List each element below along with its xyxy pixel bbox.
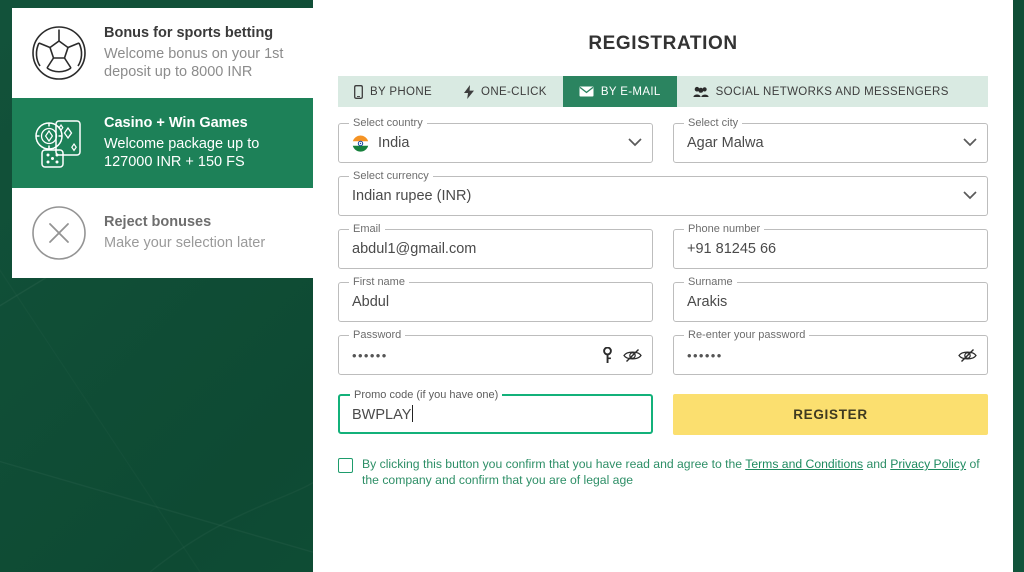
envelope-icon [579, 86, 594, 97]
terms-and-conditions-link[interactable]: Terms and Conditions [745, 457, 863, 471]
registration-form-panel: REGISTRATION BY PHONE ONE-CLICK BY E-MAI… [313, 0, 1013, 572]
field-value: Arakis [687, 294, 728, 310]
bonus-card-casino[interactable]: Casino + Win Games Welcome package up to… [12, 98, 313, 188]
chevron-down-icon[interactable] [628, 134, 642, 152]
field-label: Select city [684, 117, 743, 129]
chevron-down-icon[interactable] [963, 134, 977, 152]
tab-social-networks[interactable]: SOCIAL NETWORKS AND MESSENGERS [677, 76, 965, 107]
casino-chips-cards-icon [28, 112, 90, 174]
field-label: Phone number [684, 223, 765, 235]
tab-label: BY E-MAIL [600, 85, 661, 98]
register-button[interactable]: REGISTER [673, 394, 988, 435]
tab-label: ONE-CLICK [481, 85, 547, 98]
bonus-card-title: Bonus for sports betting [104, 24, 274, 41]
soccer-ball-icon [28, 22, 90, 84]
field-value: +91 81245 66 [687, 241, 777, 257]
bonus-card-sports[interactable]: Bonus for sports betting Welcome bonus o… [12, 8, 313, 98]
india-flag-icon [352, 134, 369, 152]
field-value: •••••• [352, 347, 388, 363]
privacy-policy-link[interactable]: Privacy Policy [890, 457, 966, 471]
field-value: •••••• [687, 347, 723, 363]
terms-checkbox[interactable] [338, 458, 353, 473]
select-city[interactable]: Select city Agar Malwa [673, 117, 988, 163]
field-value: abdul1@gmail.com [352, 241, 477, 257]
field-value: BWPLAY [352, 407, 412, 423]
field-value: Agar Malwa [687, 135, 764, 151]
field-label: Password [349, 329, 406, 341]
eye-off-icon[interactable] [623, 348, 642, 363]
reject-circle-x-icon [28, 202, 90, 264]
field-value: Abdul [352, 294, 390, 310]
bonus-card-reject[interactable]: Reject bonuses Make your selection later [12, 188, 313, 278]
page-title: REGISTRATION [588, 33, 738, 54]
email-field[interactable]: Email abdul1@gmail.com [338, 223, 653, 269]
confirm-password-field[interactable]: Re-enter your password •••••• [673, 329, 988, 375]
eye-off-icon[interactable] [958, 348, 977, 363]
text-cursor [412, 405, 414, 422]
terms-text: By clicking this button you confirm that… [362, 456, 988, 488]
password-field[interactable]: Password •••••• [338, 329, 653, 375]
tab-label: BY PHONE [370, 85, 433, 98]
lightning-bolt-icon [464, 84, 475, 99]
select-currency[interactable]: Select currency Indian rupee (INR) [338, 170, 988, 216]
people-group-icon [693, 86, 709, 98]
field-label: Select country [349, 117, 427, 129]
field-label: Select currency [349, 170, 433, 182]
terms-agreement: By clicking this button you confirm that… [338, 456, 988, 488]
key-icon[interactable] [602, 346, 613, 364]
bonus-card-subtitle: Welcome bonus on your 1st deposit up to … [104, 46, 284, 81]
bonus-card-title: Reject bonuses [104, 213, 212, 230]
terms-text-part1: By clicking this button you confirm that… [362, 457, 746, 471]
field-label: First name [349, 276, 409, 288]
phone-icon [354, 84, 363, 99]
field-value: India [378, 135, 410, 151]
tab-label: SOCIAL NETWORKS AND MESSENGERS [715, 85, 949, 98]
bonus-selection-panel: Bonus for sports betting Welcome bonus o… [12, 8, 313, 278]
bonus-card-title: Casino + Win Games [104, 114, 248, 131]
bonus-card-subtitle: Make your selection later [104, 235, 266, 252]
registration-screen: Bonus for sports betting Welcome bonus o… [0, 0, 1024, 572]
phone-number-field[interactable]: Phone number +91 81245 66 [673, 223, 988, 269]
field-label: Promo code (if you have one) [350, 389, 503, 401]
field-value: Indian rupee (INR) [352, 188, 472, 204]
promo-code-field[interactable]: Promo code (if you have one) BWPLAY [338, 389, 653, 434]
first-name-field[interactable]: First name Abdul [338, 276, 653, 322]
tab-by-phone[interactable]: BY PHONE [338, 76, 448, 107]
tab-one-click[interactable]: ONE-CLICK [448, 76, 563, 107]
terms-text-mid: and [863, 457, 891, 471]
form-fields: Select country India Select city Agar Ma… [338, 117, 988, 435]
select-country[interactable]: Select country India [338, 117, 653, 163]
field-label: Re-enter your password [684, 329, 810, 341]
field-label: Email [349, 223, 385, 235]
tab-by-email[interactable]: BY E-MAIL [562, 76, 677, 107]
surname-field[interactable]: Surname Arakis [673, 276, 988, 322]
chevron-down-icon[interactable] [963, 187, 977, 205]
bonus-card-subtitle: Welcome package up to 127000 INR + 150 F… [104, 136, 260, 171]
field-label: Surname [684, 276, 737, 288]
registration-method-tabs: BY PHONE ONE-CLICK BY E-MAIL SOCIAL NETW… [338, 76, 988, 107]
